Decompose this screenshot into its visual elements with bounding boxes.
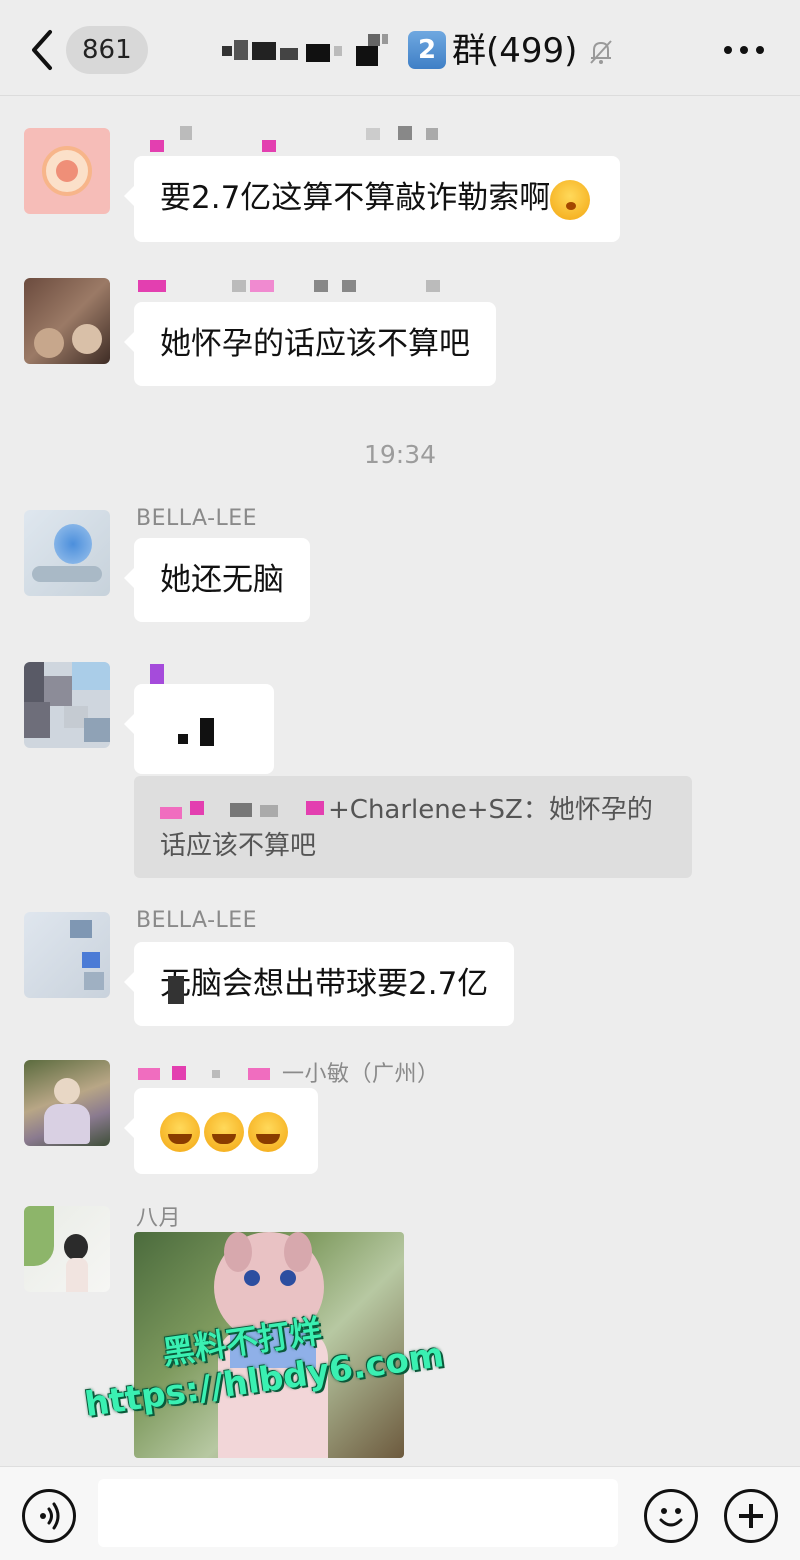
ellipsis-icon [756,46,764,54]
group-member-count: 群(499) [452,31,578,71]
sender-name: 八月 [136,1206,182,1231]
avatar[interactable] [24,912,110,998]
kissing-face-icon [550,179,591,220]
message-bubble-obscured[interactable] [124,684,274,774]
message-bubble[interactable]: 无脑会想出带球要2.7亿 [123,942,515,1026]
chat-header: 861 2 群(499) [0,0,800,96]
message-bubble[interactable]: 她怀孕的话应该不算吧 [124,302,496,386]
chevron-left-icon [32,30,52,70]
sender-name-obscured [136,126,496,152]
rolling-laughing-face-icon [204,1111,244,1152]
input-bar [0,1466,800,1560]
message-timestamp: 19:34 [363,440,437,469]
message-bubble[interactable]: 她还无脑 [124,538,310,622]
message-text: 她怀孕的话应该不算吧 [160,326,470,362]
message-bubble[interactable] [124,1088,318,1174]
avatar[interactable] [24,1060,110,1146]
smiley-icon [659,1508,683,1527]
avatar[interactable] [24,1206,110,1292]
chat-title: 2 群(499) [222,22,642,78]
quoted-message[interactable]: +Charlene+SZ：她怀孕的 话应该不算吧 [134,776,692,878]
avatar[interactable] [24,510,110,596]
voice-icon [40,1502,60,1530]
title-obscured-segment [222,32,392,66]
message-text: 她还无脑 [160,562,284,598]
sender-name-obscured [136,1062,286,1082]
unread-count-badge[interactable]: 861 [66,26,148,74]
avatar[interactable] [24,278,110,364]
avatar[interactable] [24,128,110,214]
bell-off-icon [590,40,612,64]
message-bubble[interactable]: 要2.7亿这算不算敲诈勒索啊 [123,156,621,242]
quote-text: 她怀孕的 [548,795,653,825]
rolling-laughing-face-icon [248,1111,288,1152]
ellipsis-icon [724,46,732,54]
sender-name: 一小敏（广州） [282,1062,440,1087]
more-options-button[interactable] [720,40,768,60]
voice-button[interactable] [22,1489,76,1543]
emoji-button[interactable] [644,1489,698,1543]
rolling-laughing-face-icon [160,1111,200,1152]
sender-name: BELLA-LEE [136,908,258,933]
quote-sender: +Charlene+SZ： [328,795,549,825]
back-button[interactable] [26,28,66,72]
message-input[interactable] [98,1479,618,1547]
plus-button[interactable] [724,1489,778,1543]
sender-name-obscured [136,278,476,298]
message-text: 要2.7亿这算不算敲诈勒索啊 [160,180,551,216]
ellipsis-icon [740,46,748,54]
sender-name: BELLA-LEE [136,506,258,531]
quote-sender-obscured [160,800,328,821]
message-text: 无脑会想出带球要2.7亿 [160,966,489,1002]
avatar[interactable] [24,662,110,748]
group-number-badge: 2 [408,31,446,69]
quote-text-continued: 话应该不算吧 [160,831,317,861]
